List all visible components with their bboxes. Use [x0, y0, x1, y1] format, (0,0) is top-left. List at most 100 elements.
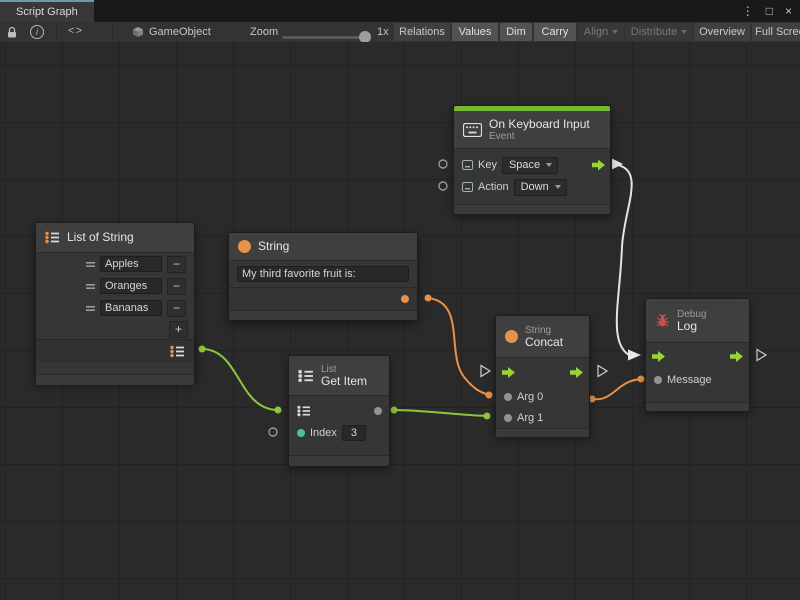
remove-item-button[interactable]: − [167, 300, 186, 317]
flow-in-arrow[interactable] [502, 367, 515, 378]
node-category: String [525, 325, 563, 336]
drag-handle-icon[interactable] [86, 305, 95, 312]
info-icon: i [30, 25, 44, 39]
chevron-down-icon [612, 30, 618, 34]
tab-label: Script Graph [16, 6, 78, 18]
overview-button[interactable]: Overview [694, 23, 750, 41]
flow-port-out-concat[interactable] [598, 366, 607, 377]
tab-bar: Script Graph ⋮ □ × [0, 0, 800, 22]
relations-button[interactable]: Relations [394, 23, 450, 41]
key-value: Space [509, 159, 540, 171]
action-value: Down [521, 181, 549, 193]
item-output-port[interactable] [374, 407, 382, 415]
flow-port-in-log[interactable] [628, 350, 641, 361]
string-output-port[interactable] [401, 295, 409, 303]
arg0-label: Arg 0 [517, 391, 543, 403]
key-dropdown[interactable]: Space [502, 157, 558, 174]
list-output-port-icon[interactable] [170, 345, 185, 358]
wire-endpoint-dot[interactable] [484, 413, 491, 420]
message-port[interactable] [654, 376, 662, 384]
values-button[interactable]: Values [452, 23, 498, 41]
dim-button[interactable]: Dim [500, 23, 532, 41]
list-icon [298, 369, 314, 383]
chevron-down-icon [555, 185, 561, 189]
flow-port-out-keyboard[interactable] [612, 159, 623, 170]
flow-in-arrow[interactable] [652, 351, 665, 362]
graph-toolbar: i <> GameObject Zoom 1x Relations Values… [0, 22, 800, 43]
drag-handle-icon[interactable] [86, 261, 95, 268]
node-get-item[interactable]: List Get Item Index 3 [288, 355, 390, 465]
inspect-button[interactable]: i [30, 22, 44, 42]
value-port-action[interactable] [439, 182, 447, 190]
wire-endpoint-dot[interactable] [486, 392, 493, 399]
target-label: GameObject [149, 26, 211, 38]
zoom-slider-track[interactable] [282, 36, 368, 39]
flow-port-out-log[interactable] [757, 350, 766, 361]
list-item-field[interactable]: Oranges [100, 278, 162, 294]
add-item-button[interactable]: + [169, 321, 188, 338]
arg1-port[interactable] [504, 414, 512, 422]
flow-port-in-concat[interactable] [481, 366, 490, 377]
flow-out-arrow[interactable] [592, 160, 605, 171]
list-item-field[interactable]: Bananas [100, 300, 162, 316]
wire-endpoint-dot[interactable] [275, 407, 282, 414]
value-wire-list-to-getitem[interactable] [202, 349, 278, 410]
close-icon[interactable]: × [785, 5, 792, 17]
flow-wire-keyboard-to-log[interactable] [612, 164, 632, 355]
arg0-port[interactable] [504, 393, 512, 401]
node-list-of-string[interactable]: List of String Apples − Oranges − [35, 222, 195, 382]
distribute-button[interactable]: Distribute [626, 23, 692, 41]
action-label: Action [478, 181, 509, 193]
value-port-index[interactable] [269, 428, 277, 436]
panel-menu-icon[interactable]: ⋮ [742, 5, 754, 17]
action-dropdown[interactable]: Down [514, 179, 567, 196]
node-title: On Keyboard Input [489, 118, 590, 131]
remove-item-button[interactable]: − [167, 278, 186, 295]
tab-script-graph[interactable]: Script Graph [0, 0, 94, 22]
toolbar-divider [112, 25, 113, 39]
align-button[interactable]: Align [578, 23, 624, 41]
keycode-icon [462, 160, 473, 170]
graph-canvas[interactable]: On Keyboard Input Event Key Space [0, 42, 800, 600]
remove-item-button[interactable]: − [167, 256, 186, 273]
list-item-field[interactable]: Apples [100, 256, 162, 272]
node-string-literal[interactable]: String My third favorite fruit is: [228, 232, 418, 320]
node-footer [289, 455, 389, 466]
value-wire-getitem-to-concat[interactable] [394, 410, 487, 416]
wire-endpoint-dot[interactable] [425, 295, 432, 302]
value-wire-string-to-concat[interactable] [428, 298, 489, 395]
wire-endpoint-dot[interactable] [199, 346, 206, 353]
maximize-icon[interactable]: □ [766, 5, 773, 17]
node-title: Get Item [321, 375, 367, 388]
node-concat[interactable]: String Concat Arg 0 Arg 1 [495, 315, 590, 435]
node-title: Concat [525, 336, 563, 349]
key-label: Key [478, 159, 497, 171]
node-on-keyboard-input[interactable]: On Keyboard Input Event Key Space [453, 105, 611, 213]
string-value-field[interactable]: My third favorite fruit is: [237, 266, 409, 282]
keyboard-icon [463, 123, 482, 137]
node-title: List of String [67, 231, 134, 244]
flow-out-arrow[interactable] [730, 351, 743, 362]
target-breadcrumb[interactable]: GameObject [132, 22, 211, 42]
carry-button[interactable]: Carry [534, 23, 576, 41]
value-port-key[interactable] [439, 160, 447, 168]
chevron-down-icon [681, 30, 687, 34]
wire-endpoint-dot[interactable] [638, 376, 645, 383]
flow-out-arrow[interactable] [570, 367, 583, 378]
wire-endpoint-dot[interactable] [391, 407, 398, 414]
index-label: Index [310, 427, 337, 439]
lock-button[interactable] [6, 22, 18, 42]
node-footer [454, 204, 610, 214]
zoom-label: Zoom [250, 22, 278, 42]
node-footer [646, 402, 749, 411]
arg1-label: Arg 1 [517, 412, 543, 424]
full-screen-button[interactable]: Full Screen [752, 23, 800, 41]
value-wire-concat-to-log[interactable] [592, 379, 641, 399]
window-controls: ⋮ □ × [742, 0, 792, 22]
edit-script-button[interactable]: <> [68, 22, 83, 42]
node-debug-log[interactable]: Debug Log Message [645, 298, 750, 410]
drag-handle-icon[interactable] [86, 283, 95, 290]
list-input-port-icon[interactable] [297, 405, 311, 417]
bug-icon [655, 313, 670, 328]
index-field[interactable]: 3 [342, 425, 366, 441]
